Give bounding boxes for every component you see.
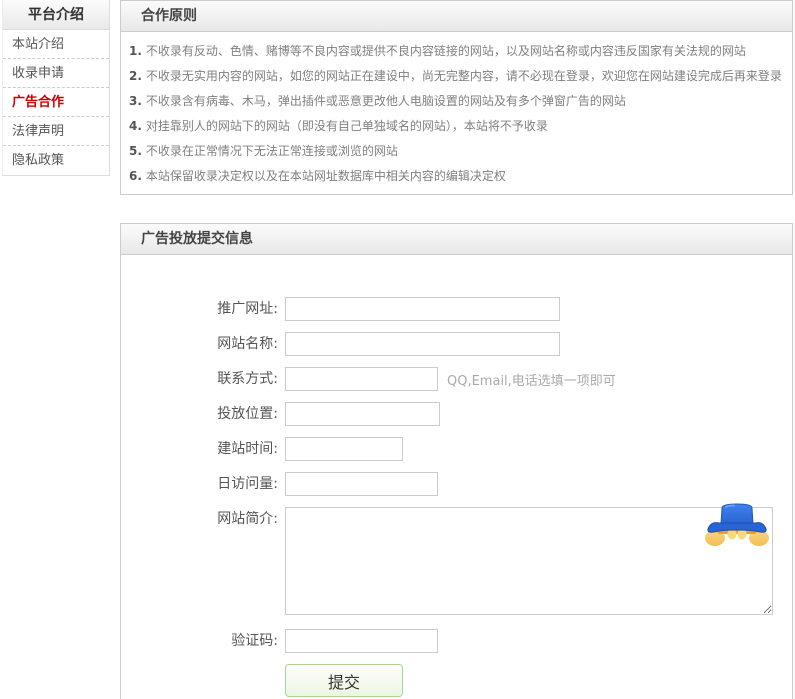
contact-hint: QQ,Email,电话选填一项即可	[447, 370, 616, 389]
form-row-ad-position: 投放位置:	[121, 402, 792, 426]
rule-text: 不收录在正常情况下无法正常连接或浏览的网站	[146, 144, 398, 158]
ad-form: 推广网址: 网站名称: 联系方式: QQ,Email,电话选填一项即可 投放位置…	[121, 255, 792, 697]
site-created-field[interactable]	[285, 437, 403, 461]
rule-number: 5.	[129, 144, 142, 158]
rule-text: 本站保留收录决定权以及在本站网址数据库中相关内容的编辑决定权	[146, 169, 506, 183]
rule-text: 不收录无实用内容的网站，如您的网站正在建设中，尚无完整内容，请不必现在登录，欢迎…	[146, 69, 782, 83]
principles-panel: 合作原则 1. 不收录有反动、色情、赌博等不良内容或提供不良内容链接的网站，以及网…	[120, 0, 793, 195]
form-row-contact: 联系方式: QQ,Email,电话选填一项即可	[121, 367, 792, 391]
sidebar: 平台介绍 本站介绍 收录申请 广告合作 法律声明 隐私政策	[2, 0, 110, 176]
principle-rule: 1. 不收录有反动、色情、赌博等不良内容或提供不良内容链接的网站，以及网站名称或内…	[129, 43, 782, 60]
form-row-site-description: 网站简介:	[121, 507, 792, 615]
rule-number: 4.	[129, 119, 142, 133]
site-description-textarea[interactable]	[285, 507, 773, 615]
form-row-site-created: 建站时间:	[121, 437, 792, 461]
principles-title: 合作原则	[121, 1, 792, 32]
principle-rule: 5. 不收录在正常情况下无法正常连接或浏览的网站	[129, 143, 782, 160]
rule-text: 不收录含有病毒、木马，弹出插件或恶意更改他人电脑设置的网站及有多个弹窗广告的网站	[146, 94, 626, 108]
form-row-site-name: 网站名称:	[121, 332, 792, 356]
principle-rule: 6. 本站保留收录决定权以及在本站网址数据库中相关内容的编辑决定权	[129, 168, 782, 185]
sidebar-item-legal-notice[interactable]: 法律声明	[3, 117, 109, 146]
form-row-promo-url: 推广网址:	[121, 297, 792, 321]
site-description-label: 网站简介:	[121, 507, 278, 531]
contact-label: 联系方式:	[121, 367, 278, 391]
main-content: 合作原则 1. 不收录有反动、色情、赌博等不良内容或提供不良内容链接的网站，以及网…	[120, 0, 793, 699]
rule-number: 1.	[129, 44, 142, 58]
principle-rule: 3. 不收录含有病毒、木马，弹出插件或恶意更改他人电脑设置的网站及有多个弹窗广告的…	[129, 93, 782, 110]
sidebar-item-ad-cooperation[interactable]: 广告合作	[3, 88, 109, 117]
rule-number: 3.	[129, 94, 142, 108]
form-row-daily-visits: 日访问量:	[121, 472, 792, 496]
sidebar-title: 平台介绍	[3, 0, 109, 30]
site-created-label: 建站时间:	[121, 437, 278, 461]
principles-list: 1. 不收录有反动、色情、赌博等不良内容或提供不良内容链接的网站，以及网站名称或内…	[121, 32, 792, 185]
form-row-captcha: 验证码:	[121, 629, 792, 653]
rule-number: 6.	[129, 169, 142, 183]
submit-button[interactable]: 提交	[285, 664, 403, 697]
mascot-hat-icon	[704, 503, 770, 548]
promo-url-field[interactable]	[285, 297, 560, 321]
ad-form-title: 广告投放提交信息	[121, 224, 792, 255]
rule-text: 对挂靠别人的网站下的网站（即没有自己单独域名的网站），本站将不予收录	[146, 119, 548, 133]
ad-position-label: 投放位置:	[121, 402, 278, 426]
daily-visits-label: 日访问量:	[121, 472, 278, 496]
principle-rule: 4. 对挂靠别人的网站下的网站（即没有自己单独域名的网站），本站将不予收录	[129, 118, 782, 135]
contact-field[interactable]	[285, 367, 438, 391]
sidebar-item-inclusion-apply[interactable]: 收录申请	[3, 59, 109, 88]
daily-visits-field[interactable]	[285, 472, 438, 496]
captcha-label: 验证码:	[121, 629, 278, 653]
sidebar-item-site-intro[interactable]: 本站介绍	[3, 30, 109, 59]
site-name-label: 网站名称:	[121, 332, 278, 356]
captcha-field[interactable]	[285, 629, 438, 653]
submit-row: 提交	[121, 664, 792, 697]
principle-rule: 2. 不收录无实用内容的网站，如您的网站正在建设中，尚无完整内容，请不必现在登录，…	[129, 68, 782, 85]
promo-url-label: 推广网址:	[121, 297, 278, 321]
page: 平台介绍 本站介绍 收录申请 广告合作 法律声明 隐私政策 合作原则 1. 不收录…	[0, 0, 795, 699]
rule-text: 不收录有反动、色情、赌博等不良内容或提供不良内容链接的网站，以及网站名称或内容违…	[146, 44, 746, 58]
rule-number: 2.	[129, 69, 142, 83]
ad-position-field[interactable]	[285, 402, 440, 426]
site-name-field[interactable]	[285, 332, 560, 356]
sidebar-item-privacy-policy[interactable]: 隐私政策	[3, 146, 109, 175]
ad-form-panel: 广告投放提交信息 推广网址: 网站名称: 联系方式: QQ,Email,电话选填…	[120, 223, 793, 699]
